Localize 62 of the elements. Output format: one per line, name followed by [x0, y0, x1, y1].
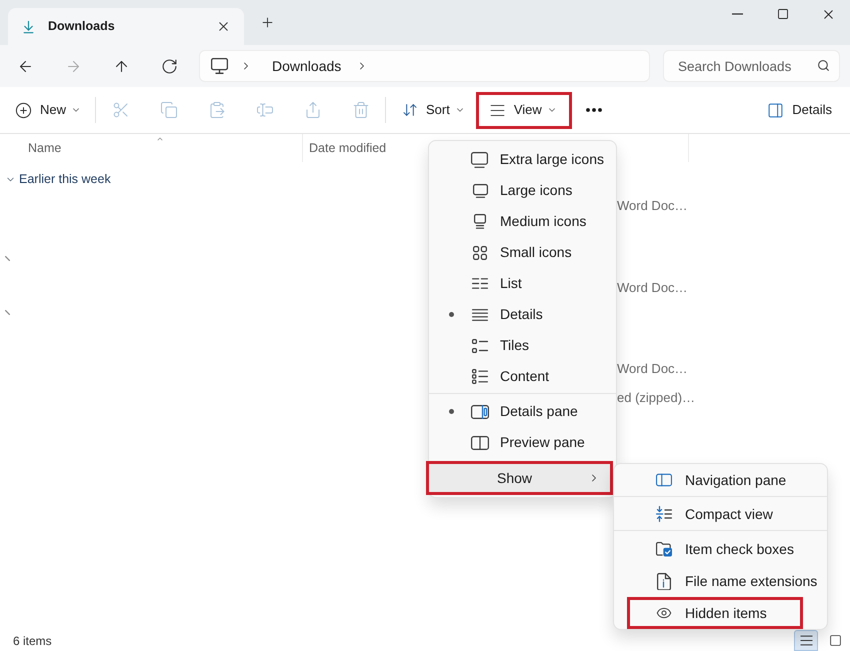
menu-item[interactable]: Hidden items: [627, 597, 803, 629]
menu-item[interactable]: Content: [429, 361, 616, 392]
download-icon: [21, 18, 36, 34]
panel-icon: [767, 102, 784, 118]
menu-item[interactable]: List: [429, 268, 616, 299]
file-type-text: Word Doc…: [617, 360, 688, 378]
file-type-text: ed (zipped)…: [617, 389, 696, 408]
minimize-icon: [732, 13, 742, 15]
tiles-icon: [472, 338, 488, 352]
details-pane-icon: [471, 404, 489, 418]
column-header[interactable]: Name: [0, 134, 303, 162]
maximize-icon: [777, 8, 789, 20]
menu-item[interactable]: Large icons: [429, 175, 616, 206]
grid-icon: [473, 246, 487, 260]
menu-item[interactable]: File name extensions: [627, 565, 828, 597]
search-field[interactable]: Search Downloads: [663, 50, 840, 82]
monitor-icon: [471, 152, 488, 168]
menu-item[interactable]: Details pane: [429, 396, 616, 427]
group-header[interactable]: Earlier this week: [0, 166, 117, 193]
search-icon: [817, 59, 830, 72]
plus-icon: [260, 15, 274, 30]
content-list-icon: [472, 369, 488, 384]
menu-item[interactable]: Extra large icons: [429, 144, 616, 175]
menu-item[interactable]: Item check boxes: [627, 533, 805, 565]
square-icon: [828, 634, 842, 647]
item-count: 6 items: [13, 632, 52, 650]
menu-item[interactable]: Preview pane: [429, 427, 616, 458]
lines-icon: [798, 633, 814, 648]
plus-circle-icon: [15, 102, 32, 118]
column-header[interactable]: Date modified: [303, 134, 427, 162]
menu-item[interactable]: Show: [426, 461, 613, 495]
file-type-text: Word Doc…: [617, 197, 688, 216]
navigation-pane-icon: [656, 473, 672, 487]
file-type-text: Word Doc…: [617, 279, 688, 298]
file-info-icon: [657, 572, 671, 590]
list-icon: [472, 278, 488, 289]
menu-item[interactable]: Navigation pane: [627, 464, 798, 496]
menu-item[interactable]: Small icons: [429, 237, 616, 268]
eye-icon: [656, 605, 672, 621]
stroke-mark-icon: [5, 256, 10, 260]
tab[interactable]: Downloads: [8, 8, 244, 45]
details-view-button[interactable]: [794, 630, 818, 651]
folder-checkbox-icon: [656, 541, 672, 557]
more-icon: [586, 108, 602, 112]
menu-item[interactable]: Tiles: [429, 330, 616, 361]
monitor-icon: [474, 214, 486, 229]
new-button[interactable]: New: [8, 93, 88, 127]
monitor-icon: [211, 58, 228, 74]
view-button[interactable]: View: [476, 92, 572, 128]
menu-item[interactable]: Details: [429, 299, 616, 330]
details-pane-button[interactable]: Details: [759, 93, 840, 127]
lines-icon: [472, 308, 488, 320]
menu-item[interactable]: Medium icons: [429, 206, 616, 237]
preview-pane-icon: [471, 436, 489, 450]
address-bar[interactable]: Downloads: [199, 50, 650, 82]
breadcrumb-item[interactable]: Downloads: [266, 53, 348, 79]
menu-item[interactable]: Compact view: [627, 498, 784, 530]
stroke-mark-icon: [5, 310, 10, 314]
sort-button[interactable]: Sort: [392, 93, 471, 127]
monitor-icon: [472, 184, 488, 198]
compact-view-icon: [656, 506, 672, 522]
sort-arrows-icon: [402, 102, 418, 118]
